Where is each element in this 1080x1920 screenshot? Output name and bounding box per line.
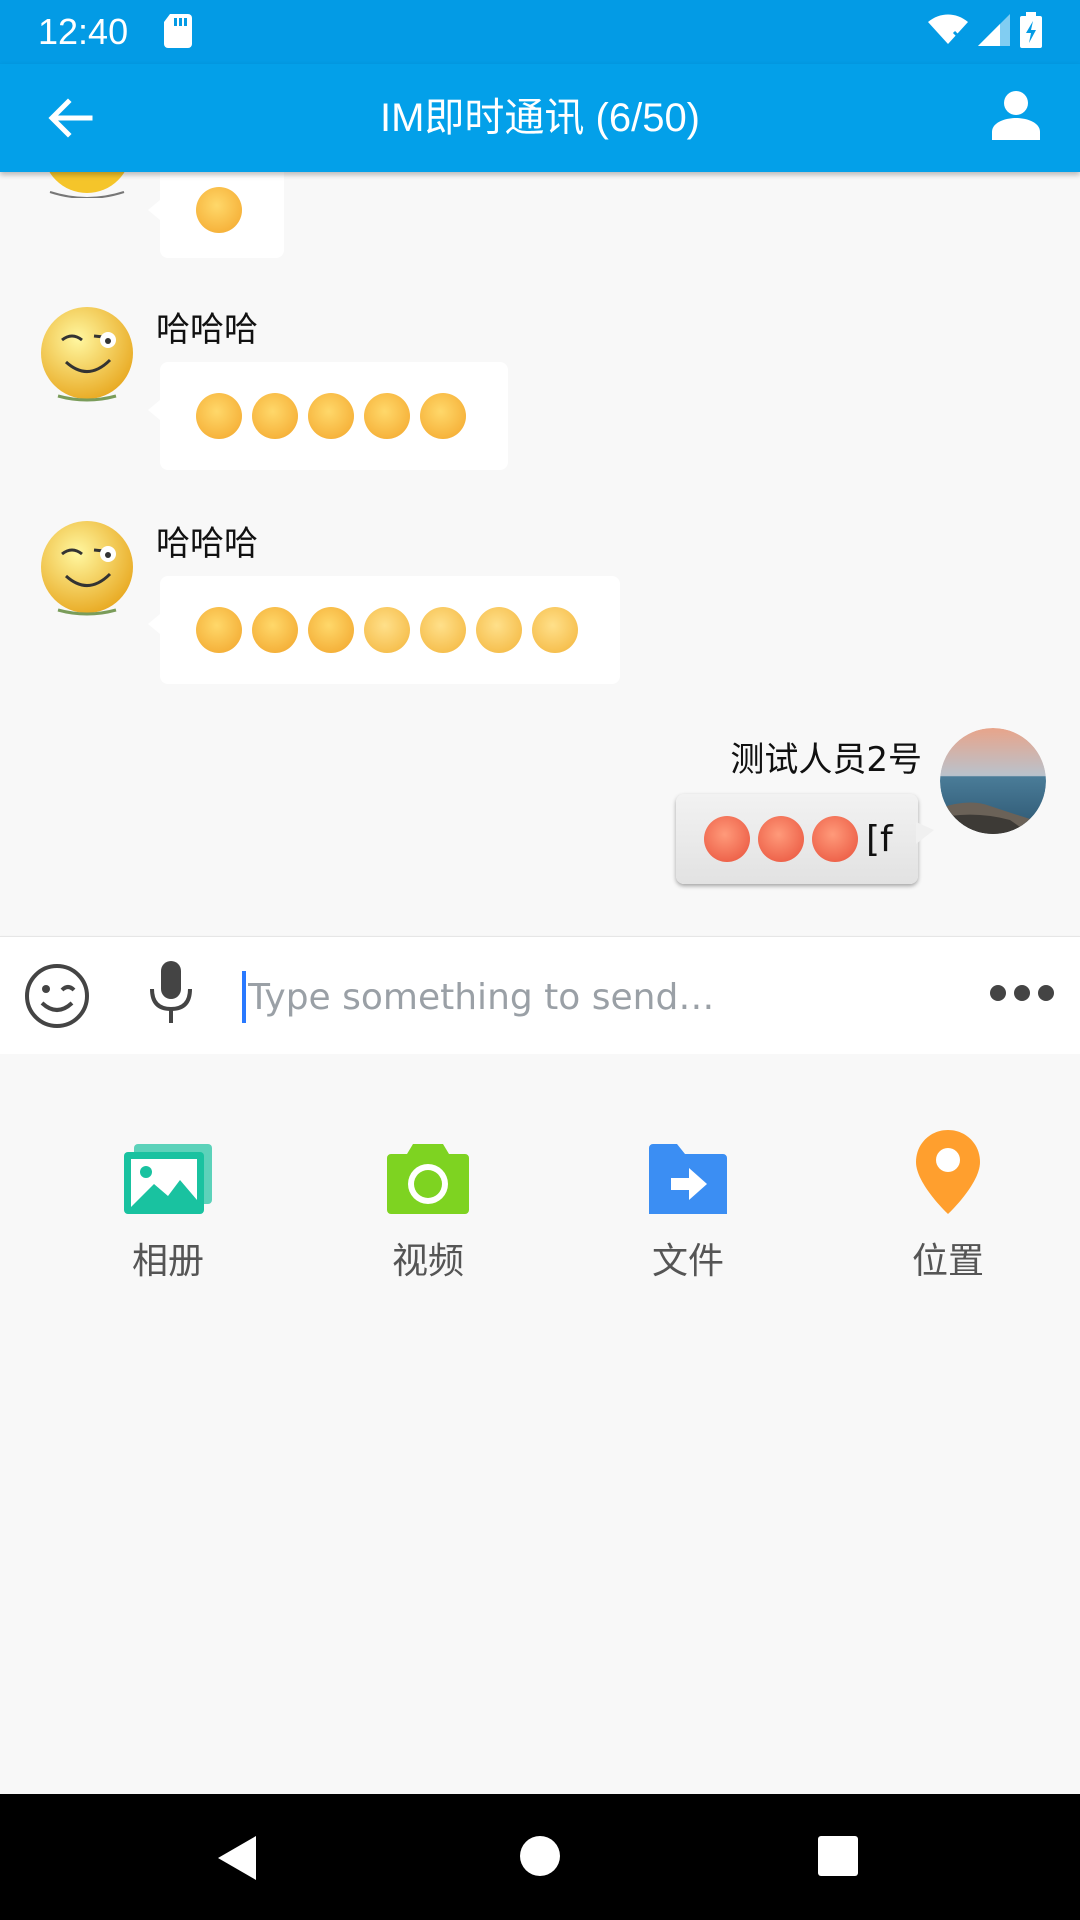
grin-emoji-icon (308, 607, 354, 653)
album-button[interactable]: 相册 (68, 1144, 268, 1284)
teary-emoji-icon (532, 607, 578, 653)
input-bar (0, 936, 1080, 1055)
wink-emoji-icon (196, 187, 242, 233)
message-bubble[interactable] (148, 362, 508, 470)
avatar[interactable] (38, 304, 136, 402)
extension-panel: 相册 视频 文件 位置 (0, 1054, 1080, 1794)
message-input[interactable] (246, 965, 950, 1029)
grin-emoji-icon (252, 607, 298, 653)
sweat-emoji-icon (812, 816, 858, 862)
message-bubble[interactable] (148, 576, 620, 684)
wink-emoji-icon (420, 393, 466, 439)
location-label: 位置 (911, 1241, 984, 1282)
location-button[interactable]: 位置 (848, 1130, 1048, 1284)
message-list[interactable]: 哈哈哈 哈哈哈 测试人员2号 [f (0, 172, 1080, 936)
sd-card-icon (164, 14, 192, 48)
home-circle-icon[interactable] (518, 1834, 562, 1878)
album-label: 相册 (131, 1241, 204, 1282)
video-label: 视频 (391, 1241, 464, 1282)
sweat-emoji-icon (704, 816, 750, 862)
recents-square-icon[interactable] (816, 1834, 860, 1878)
wifi-icon (928, 14, 968, 44)
sweat-emoji-icon (758, 816, 804, 862)
sender-name: 哈哈哈 (156, 310, 258, 350)
page-title: IM即时通讯 (6/50) (379, 96, 701, 140)
status-time: 12:40 (38, 11, 129, 52)
file-label: 文件 (651, 1241, 724, 1282)
avatar[interactable] (38, 172, 136, 198)
back-triangle-icon[interactable] (216, 1834, 260, 1882)
file-button[interactable]: 文件 (588, 1144, 788, 1284)
app-bar: IM即时通讯 (6/50) (0, 64, 1080, 172)
navigation-bar (0, 1794, 1080, 1920)
teary-emoji-icon (364, 607, 410, 653)
message-text: [f (866, 818, 893, 860)
teary-emoji-icon (420, 607, 466, 653)
emoji-icon[interactable] (24, 963, 90, 1029)
sender-name: 哈哈哈 (156, 524, 258, 564)
wink-emoji-icon (364, 393, 410, 439)
video-button[interactable]: 视频 (328, 1144, 528, 1284)
album-icon (124, 1144, 212, 1214)
teary-emoji-icon (476, 607, 522, 653)
wink-emoji-icon (252, 393, 298, 439)
wink-emoji-icon (308, 393, 354, 439)
wink-emoji-icon (196, 393, 242, 439)
status-bar: 12:40 (0, 0, 1080, 64)
sender-name: 测试人员2号 (730, 740, 922, 780)
avatar[interactable] (38, 518, 136, 616)
message-bubble[interactable] (148, 172, 284, 258)
avatar[interactable] (940, 728, 1046, 834)
file-icon (649, 1144, 727, 1214)
battery-icon (1020, 12, 1042, 48)
person-icon[interactable] (992, 90, 1040, 140)
grin-emoji-icon (196, 607, 242, 653)
microphone-icon[interactable] (148, 959, 194, 1025)
location-icon (916, 1130, 980, 1214)
message-bubble[interactable]: [f (676, 794, 934, 884)
camera-icon (387, 1144, 469, 1214)
more-horizontal-icon[interactable] (990, 983, 1054, 1003)
signal-icon (978, 14, 1010, 46)
